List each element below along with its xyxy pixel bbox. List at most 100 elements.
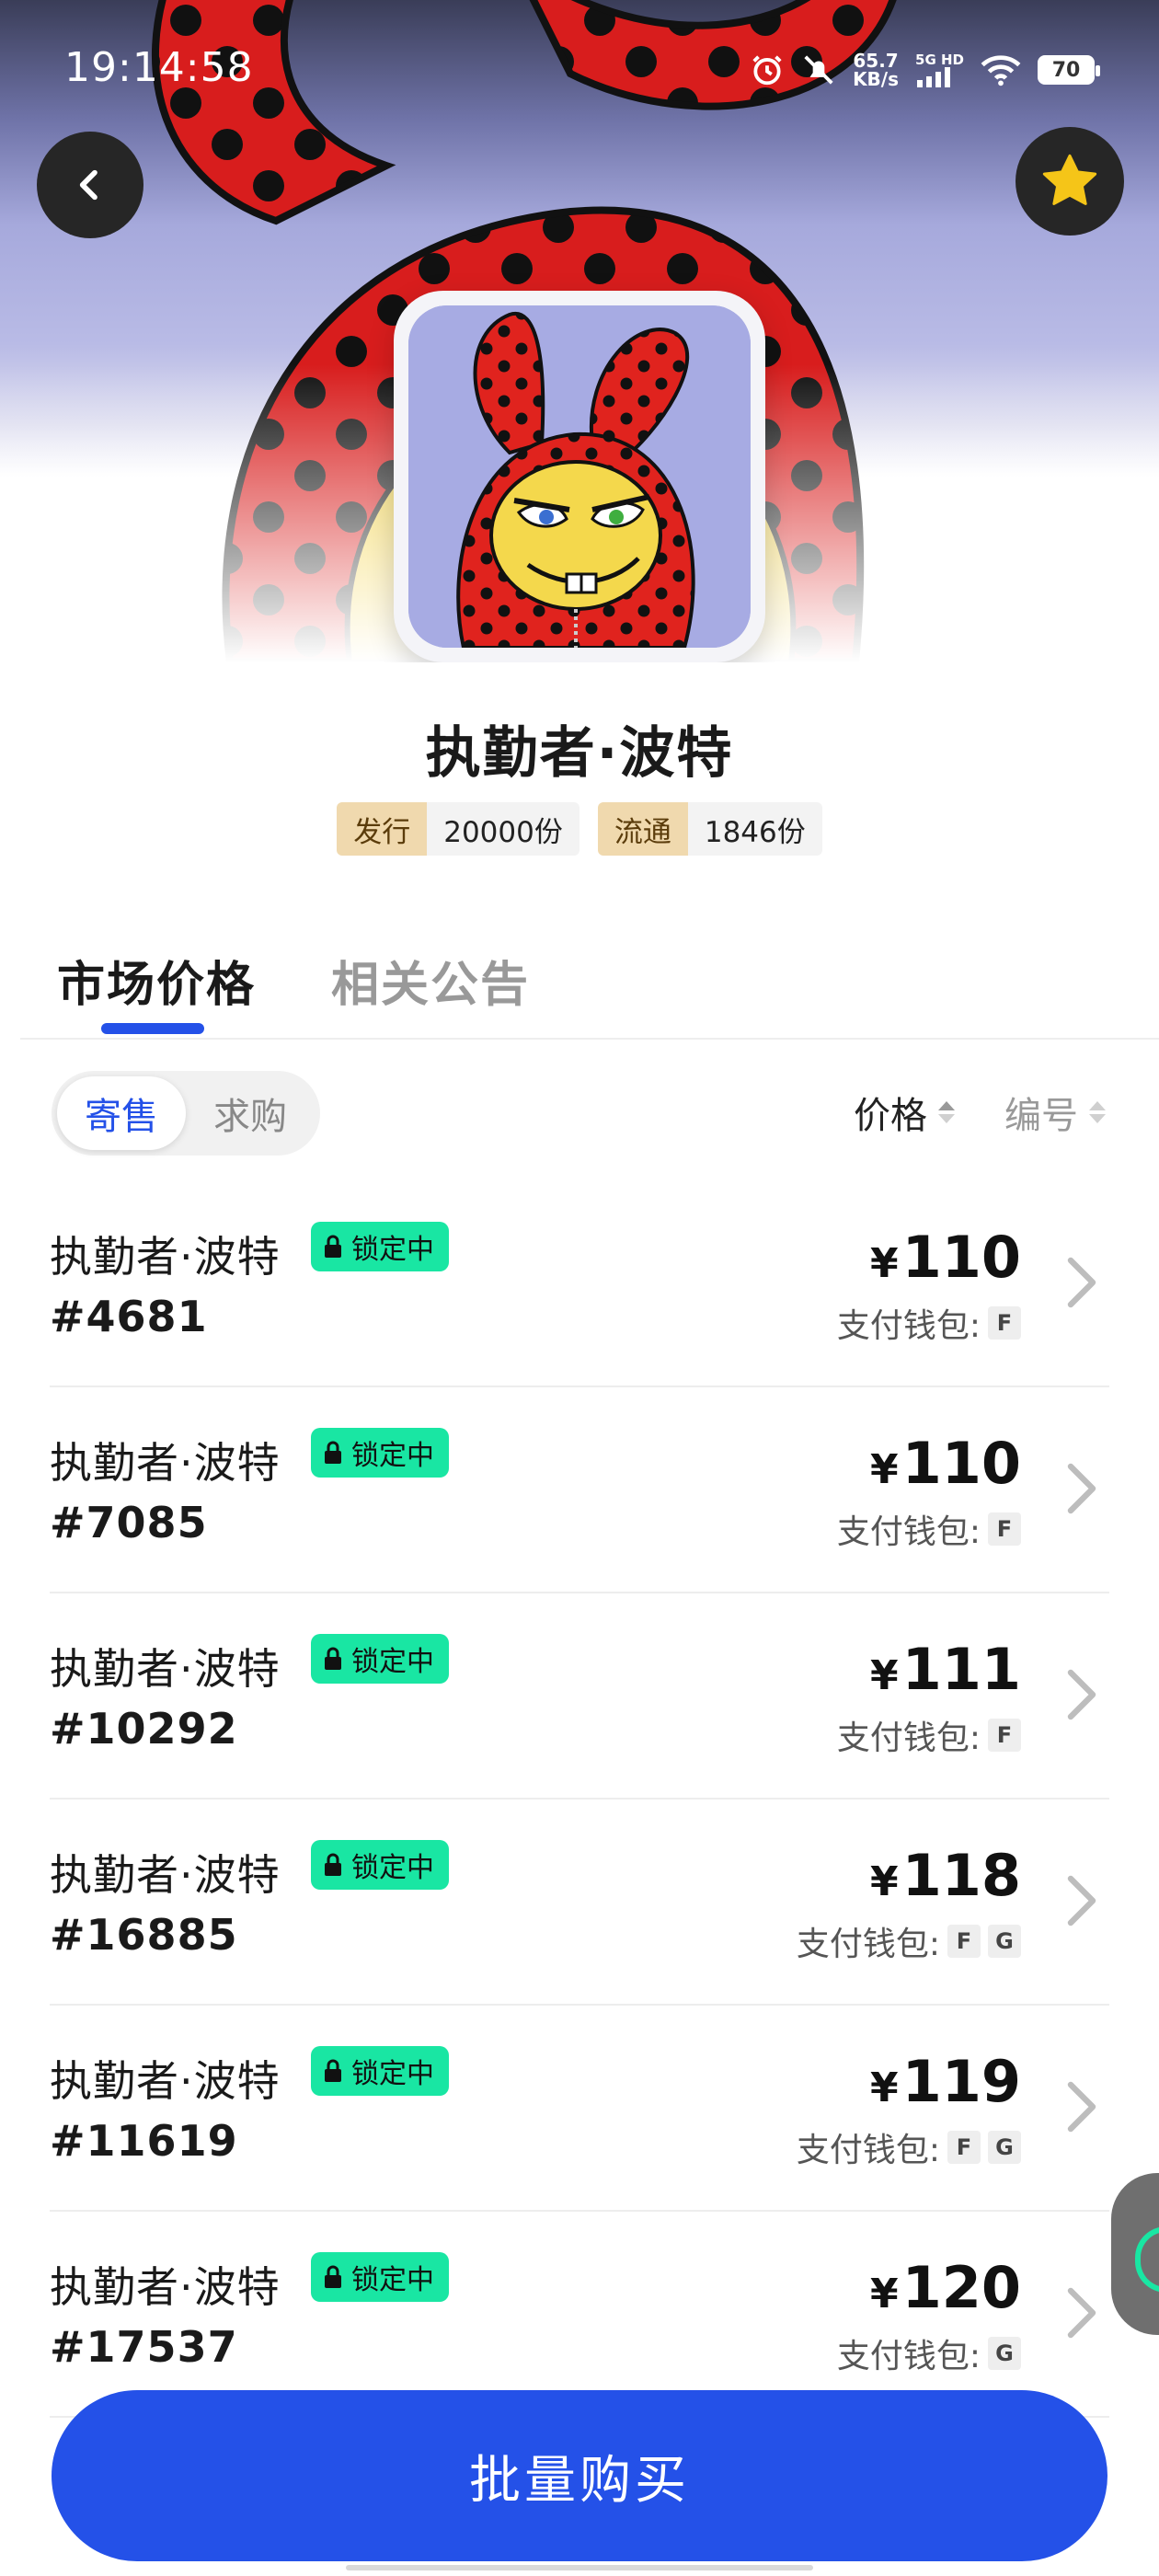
- item-title: 执勤者·波特: [425, 721, 734, 786]
- net-speed-unit: KB/s: [853, 68, 900, 90]
- home-indicator: [346, 2565, 813, 2570]
- wallet-label: 支付钱包:: [836, 1513, 981, 1551]
- app-root: 19:14:58 65.7 KB/s 5G HD 70 执勤者·波特 发行 20…: [0, 0, 1159, 2576]
- sort-by-price[interactable]: 价格: [854, 1086, 955, 1139]
- chevron-left-icon: [79, 169, 98, 201]
- wallet-tag: G: [988, 2131, 1021, 2164]
- listing-row[interactable]: 执勤者·波特 锁定中 #16885 ¥ 118 支付钱包: FG: [50, 1800, 1109, 2006]
- currency-symbol: ¥: [869, 2271, 899, 2317]
- price-value: 111: [901, 1636, 1021, 1703]
- net-speed: 65.7 KB/s: [853, 52, 899, 88]
- payment-wallets: 支付钱包: F: [837, 1711, 1021, 1759]
- item-avatar: [394, 291, 765, 662]
- currency-symbol: ¥: [869, 2064, 899, 2111]
- wallet-label: 支付钱包:: [836, 1307, 981, 1345]
- chevron-right-icon: [1067, 1257, 1096, 1308]
- lock-icon: [325, 2059, 341, 2082]
- listing-row[interactable]: 执勤者·波特 锁定中 #10292 ¥ 111 支付钱包: F: [50, 1593, 1109, 1800]
- tab-market-price[interactable]: 市场价格: [57, 946, 256, 1015]
- lock-icon: [325, 1441, 341, 1464]
- segment-wanted[interactable]: 求购: [186, 1076, 315, 1150]
- signal-icon: 5G HD: [915, 52, 964, 87]
- price-value: 119: [901, 2048, 1021, 2115]
- listing-name: 执勤者·波特: [50, 1232, 281, 1282]
- listing-name: 执勤者·波特: [50, 2056, 281, 2106]
- battery-icon: 70: [1038, 55, 1100, 85]
- chevron-right-icon: [1067, 1669, 1096, 1720]
- lock-label: 锁定中: [351, 1234, 434, 1266]
- lock-label: 锁定中: [351, 1440, 434, 1472]
- sort-label: 编号: [1004, 1095, 1078, 1137]
- stat-value: 20000份: [427, 802, 580, 856]
- chevron-right-icon: [1067, 2287, 1096, 2339]
- payment-wallets: 支付钱包: FG: [797, 1917, 1021, 1965]
- listing-number: #11619: [50, 2116, 238, 2166]
- chevron-right-icon: [1067, 2081, 1096, 2133]
- lock-badge: 锁定中: [311, 2046, 449, 2096]
- currency-symbol: ¥: [869, 1240, 899, 1287]
- listing-row[interactable]: 执勤者·波特 锁定中 #4681 ¥ 110 支付钱包: F: [50, 1181, 1109, 1387]
- listing-price: ¥ 111: [870, 1636, 1021, 1703]
- lock-badge: 锁定中: [311, 1634, 449, 1684]
- wallet-label: 支付钱包:: [836, 1719, 981, 1757]
- currency-symbol: ¥: [869, 1858, 899, 1905]
- lock-label: 锁定中: [351, 2058, 434, 2090]
- stat-chip-issued: 发行 20000份: [337, 802, 580, 856]
- stat-label: 发行: [337, 802, 428, 856]
- sort-by-number[interactable]: 编号: [1004, 1086, 1106, 1139]
- favorite-button[interactable]: [1016, 127, 1124, 236]
- payment-wallets: 支付钱包: FG: [797, 2123, 1021, 2171]
- listing-number: #4681: [50, 1292, 208, 1341]
- sort-arrows-icon: [1089, 1101, 1106, 1123]
- lock-label: 锁定中: [351, 1646, 434, 1678]
- lock-badge: 锁定中: [311, 2252, 449, 2302]
- star-icon: [1042, 154, 1097, 205]
- wallet-tag: G: [988, 1925, 1021, 1958]
- segment-consignment[interactable]: 寄售: [57, 1076, 186, 1150]
- bulk-buy-button[interactable]: 批量购买: [52, 2390, 1107, 2561]
- price-value: 110: [901, 1224, 1021, 1291]
- lock-badge: 锁定中: [311, 1428, 449, 1478]
- back-button[interactable]: [37, 132, 143, 238]
- status-bar: 19:14:58 65.7 KB/s 5G HD 70: [0, 0, 1159, 138]
- listing-number: #10292: [50, 1704, 238, 1754]
- listing-type-toggle: 寄售 求购: [52, 1071, 320, 1156]
- network-type: 5G HD: [915, 52, 964, 68]
- stat-label: 流通: [597, 802, 688, 856]
- tabs-divider: [20, 1038, 1159, 1040]
- listing-name: 执勤者·波特: [50, 1438, 281, 1488]
- listing-row[interactable]: 执勤者·波特 锁定中 #17537 ¥ 120 支付钱包: G: [50, 2212, 1109, 2418]
- payment-wallets: 支付钱包: F: [837, 1505, 1021, 1553]
- tab-announcements[interactable]: 相关公告: [331, 946, 530, 1015]
- listing-price: ¥ 110: [870, 1430, 1021, 1497]
- hero-banner: 19:14:58 65.7 KB/s 5G HD 70: [0, 0, 1159, 662]
- lock-badge: 锁定中: [311, 1222, 449, 1271]
- avatar-image: [408, 305, 751, 648]
- stat-value: 1846份: [687, 802, 822, 856]
- sort-label: 价格: [854, 1095, 927, 1137]
- alarm-icon: [750, 52, 785, 87]
- lock-icon: [325, 1853, 341, 1876]
- payment-wallets: 支付钱包: F: [837, 1299, 1021, 1347]
- currency-symbol: ¥: [869, 1652, 899, 1699]
- price-value: 120: [901, 2254, 1021, 2321]
- mute-icon: [801, 52, 836, 87]
- listing-row[interactable]: 执勤者·波特 锁定中 #7085 ¥ 110 支付钱包: F: [50, 1387, 1109, 1593]
- listing-price: ¥ 110: [870, 1224, 1021, 1291]
- listing-number: #7085: [50, 1498, 208, 1547]
- lock-label: 锁定中: [351, 2264, 434, 2296]
- sort-controls: 价格 编号: [854, 1086, 1106, 1139]
- floating-service-button[interactable]: [1111, 2173, 1159, 2335]
- status-icons: 65.7 KB/s 5G HD 70: [750, 48, 1100, 92]
- wallet-tag: G: [988, 2337, 1021, 2370]
- listing-row[interactable]: 执勤者·波特 锁定中 #11619 ¥ 119 支付钱包: FG: [50, 2006, 1109, 2212]
- wifi-icon: [981, 53, 1021, 86]
- item-stats: 发行 20000份 流通 1846份: [0, 802, 1159, 856]
- listing-name: 执勤者·波特: [50, 1644, 281, 1694]
- tab-bar: 市场价格 相关公告: [57, 946, 530, 1015]
- tab-active-indicator: [101, 1023, 204, 1034]
- listing-number: #17537: [50, 2322, 238, 2372]
- lock-badge: 锁定中: [311, 1840, 449, 1890]
- payment-wallets: 支付钱包: G: [837, 2329, 1021, 2377]
- wallet-label: 支付钱包:: [796, 1926, 940, 1963]
